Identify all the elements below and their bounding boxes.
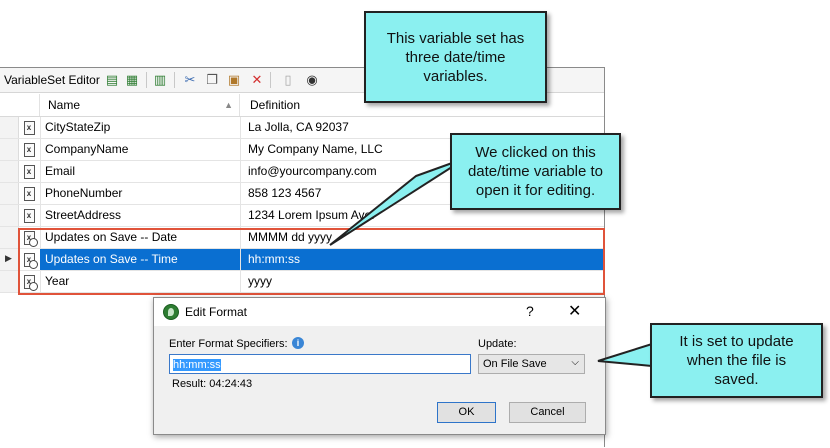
row-selector[interactable] bbox=[0, 161, 19, 182]
variable-name: CompanyName bbox=[45, 142, 129, 156]
chevron-down-icon: ⌵ bbox=[571, 357, 579, 368]
edit-format-dialog: Edit Format ? ✕ Enter Format Specifiers:… bbox=[153, 297, 606, 435]
ok-button[interactable]: OK bbox=[437, 402, 496, 423]
format-specifiers-input[interactable]: hh:mm:ss bbox=[169, 354, 471, 374]
row-selector[interactable] bbox=[0, 205, 19, 226]
text-variable-icon: x bbox=[23, 186, 35, 201]
info-icon[interactable]: i bbox=[292, 337, 304, 349]
copy-icon[interactable]: ❐ bbox=[204, 72, 220, 88]
definition-column-label: Definition bbox=[250, 98, 301, 112]
row-icon-cell: x bbox=[18, 183, 41, 204]
name-column-header[interactable]: Name ▲ bbox=[40, 94, 240, 116]
text-variable-icon: x bbox=[23, 208, 35, 223]
variable-name: CityStateZip bbox=[45, 120, 111, 134]
row-selector[interactable] bbox=[0, 117, 19, 138]
document-icon[interactable]: ▯ bbox=[280, 72, 296, 88]
row-icon-cell: x bbox=[18, 139, 41, 160]
update-label: Update: bbox=[478, 338, 517, 350]
current-row-arrow-icon: ▶ bbox=[5, 253, 12, 263]
editor-title: VariableSet Editor bbox=[4, 73, 100, 87]
update-dropdown-value: On File Save bbox=[483, 358, 547, 370]
variable-name: StreetAddress bbox=[45, 208, 122, 222]
sort-arrow-icon: ▲ bbox=[224, 100, 233, 110]
edit-variable-icon[interactable]: ▥ bbox=[152, 72, 168, 88]
callout-three-pointer bbox=[597, 342, 653, 368]
datetime-rows-highlight bbox=[18, 228, 605, 295]
toolbar-divider bbox=[270, 72, 271, 88]
cancel-button[interactable]: Cancel bbox=[509, 402, 586, 423]
app-logo-icon bbox=[163, 304, 179, 320]
dialog-title: Edit Format bbox=[185, 305, 248, 319]
callout-two-text: We clicked on this date/time variable to… bbox=[467, 144, 604, 199]
callout-clicked-variable: We clicked on this date/time variable to… bbox=[450, 133, 621, 210]
variable-name: Email bbox=[45, 164, 76, 178]
toolbar-divider bbox=[174, 72, 175, 88]
row-icon-cell: x bbox=[18, 117, 41, 138]
close-button[interactable]: ✕ bbox=[568, 301, 581, 321]
text-variable-icon: x bbox=[23, 142, 35, 157]
row-icon-cell: x bbox=[18, 161, 41, 182]
add-date-variable-icon[interactable]: ▦ bbox=[124, 72, 140, 88]
format-result: Result: 04:24:43 bbox=[172, 378, 253, 390]
delete-icon[interactable]: ✕ bbox=[249, 72, 265, 88]
toolbar-divider bbox=[146, 72, 147, 88]
paste-icon[interactable]: ▣ bbox=[226, 72, 242, 88]
callout-update-setting: It is set to update when the file is sav… bbox=[650, 323, 823, 398]
callout-datetime-count: This variable set has three date/time va… bbox=[364, 11, 547, 103]
help-button[interactable]: ? bbox=[526, 303, 534, 319]
row-selector[interactable] bbox=[0, 183, 19, 204]
cut-icon[interactable]: ✂ bbox=[182, 72, 198, 88]
variable-name: PhoneNumber bbox=[45, 186, 123, 200]
row-selector[interactable] bbox=[0, 227, 19, 248]
row-selector[interactable]: ▶ bbox=[0, 249, 19, 270]
row-selector[interactable] bbox=[0, 139, 19, 160]
add-variable-icon[interactable]: ▤ bbox=[104, 72, 120, 88]
update-dropdown[interactable]: On File Save ⌵ bbox=[478, 354, 585, 374]
row-icon-cell: x bbox=[18, 205, 41, 226]
header-spacer bbox=[0, 94, 40, 116]
name-column-label: Name bbox=[48, 98, 81, 112]
format-specifiers-label: Enter Format Specifiers: bbox=[169, 338, 288, 350]
text-variable-icon: x bbox=[23, 164, 35, 179]
preview-icon[interactable]: ◉ bbox=[304, 72, 320, 88]
callout-three-text: It is set to update when the file is sav… bbox=[679, 333, 794, 388]
row-selector[interactable] bbox=[0, 271, 19, 292]
format-specifiers-value: hh:mm:ss bbox=[173, 359, 221, 371]
callout-one-text: This variable set has three date/time va… bbox=[386, 29, 525, 85]
dialog-titlebar: Edit Format ? ✕ bbox=[154, 298, 605, 326]
text-variable-icon: x bbox=[23, 120, 35, 135]
